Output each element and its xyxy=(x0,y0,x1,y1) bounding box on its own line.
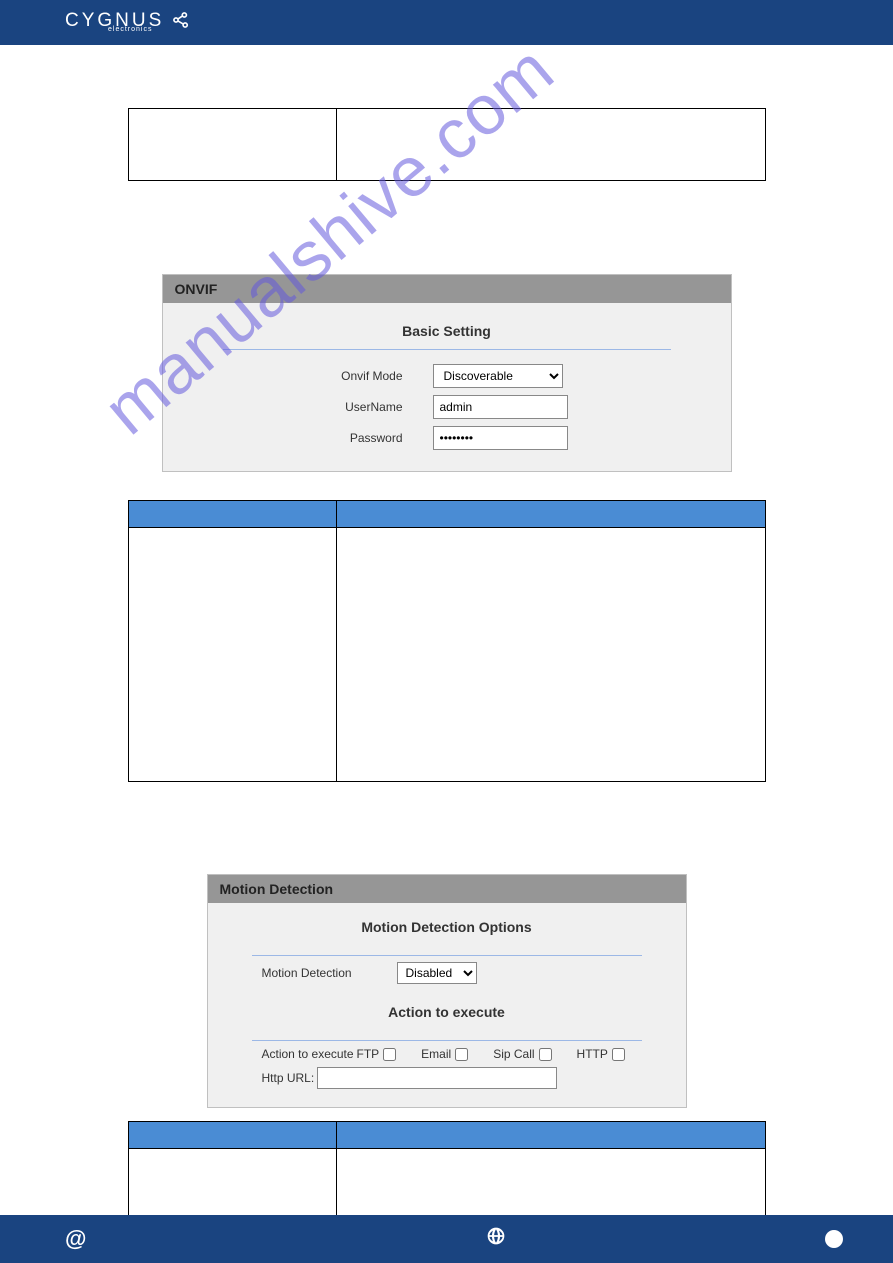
checkbox-http[interactable] xyxy=(612,1048,625,1061)
row-motion-detection: Motion Detection Disabled xyxy=(222,962,672,984)
cell-meaning xyxy=(336,1149,765,1217)
parameter-table-3 xyxy=(128,1121,766,1217)
motion-panel: Motion Detection Motion Detection Option… xyxy=(207,874,687,1108)
row-action-execute: Action to execute FTP Email Sip Call HTT… xyxy=(222,1047,672,1061)
dot-icon xyxy=(825,1230,843,1248)
table-row xyxy=(128,528,765,782)
label-sip: Sip Call xyxy=(493,1047,534,1061)
header-field xyxy=(128,1122,336,1149)
divider xyxy=(252,1040,642,1041)
onvif-panel-body: Basic Setting Onvif Mode Discoverable Us… xyxy=(163,303,731,471)
label-email: Email xyxy=(421,1047,451,1061)
row-onvif-mode: Onvif Mode Discoverable xyxy=(183,364,711,388)
table-header-row xyxy=(128,501,765,528)
cell-field xyxy=(128,109,336,181)
footer-bar: @ xyxy=(0,1215,893,1263)
header-bar: CYGNUS xyxy=(0,0,893,45)
cell-field xyxy=(128,528,336,782)
row-username: UserName xyxy=(183,395,711,419)
input-username[interactable] xyxy=(433,395,568,419)
table-header-row xyxy=(128,1122,765,1149)
divider xyxy=(252,955,642,956)
input-http-url[interactable] xyxy=(317,1067,557,1089)
logo-icon xyxy=(170,10,192,35)
checkbox-email[interactable] xyxy=(455,1048,468,1061)
label-onvif-mode: Onvif Mode xyxy=(303,369,433,383)
onvif-panel-title: ONVIF xyxy=(163,275,731,303)
cell-field xyxy=(128,1149,336,1217)
label-motion-detection: Motion Detection xyxy=(262,966,397,980)
cell-meaning xyxy=(336,528,765,782)
onvif-section-title: Basic Setting xyxy=(223,317,671,350)
checkbox-group-actions: FTP Email Sip Call HTTP xyxy=(357,1047,625,1061)
select-onvif-mode[interactable]: Discoverable xyxy=(433,364,563,388)
motion-panel-title: Motion Detection xyxy=(208,875,686,903)
header-meaning xyxy=(336,1122,765,1149)
checkbox-ftp[interactable] xyxy=(383,1048,396,1061)
label-password: Password xyxy=(303,431,433,445)
onvif-panel: ONVIF Basic Setting Onvif Mode Discovera… xyxy=(162,274,732,472)
motion-section-title: Motion Detection Options xyxy=(262,913,632,945)
at-icon: @ xyxy=(65,1226,86,1252)
action-section-title: Action to execute xyxy=(262,998,632,1030)
row-http-url: Http URL: xyxy=(222,1067,672,1089)
label-http: HTTP xyxy=(577,1047,608,1061)
cell-meaning xyxy=(336,109,765,181)
checkbox-sip[interactable] xyxy=(539,1048,552,1061)
label-ftp: FTP xyxy=(357,1047,380,1061)
header-field xyxy=(128,501,336,528)
page-content: ONVIF Basic Setting Onvif Mode Discovera… xyxy=(0,108,893,1217)
input-password[interactable] xyxy=(433,426,568,450)
table-row xyxy=(128,1149,765,1217)
label-username: UserName xyxy=(303,400,433,414)
parameter-table-2 xyxy=(128,500,766,782)
motion-panel-body: Motion Detection Options Motion Detectio… xyxy=(208,903,686,1107)
globe-icon xyxy=(486,1226,506,1252)
table-row xyxy=(128,109,765,181)
label-action-execute: Action to execute xyxy=(262,1047,357,1061)
parameter-table-1 xyxy=(128,108,766,181)
row-password: Password xyxy=(183,426,711,450)
logo-text-sub: electronics xyxy=(108,26,152,33)
header-meaning xyxy=(336,501,765,528)
select-motion-detection[interactable]: Disabled xyxy=(397,962,477,984)
